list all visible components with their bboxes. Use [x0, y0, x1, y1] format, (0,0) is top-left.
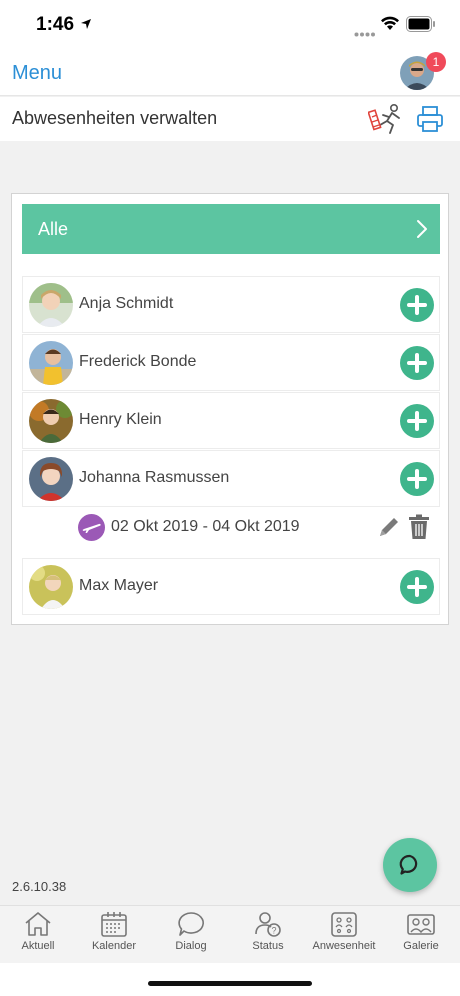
child-row: Anja Schmidt: [22, 276, 440, 333]
wifi-icon: [380, 15, 400, 36]
tab-kalender[interactable]: Kalender: [76, 910, 152, 952]
printer-icon[interactable]: [416, 105, 444, 138]
tab-label: Dialog: [175, 940, 207, 952]
child-row: Henry Klein: [22, 392, 440, 449]
tab-label: Status: [252, 940, 284, 952]
tab-bar: Aktuell Kalender Dialog ? Status Anwesen…: [0, 905, 460, 963]
child-name: Johanna Rasmussen: [79, 469, 230, 486]
add-absence-button[interactable]: [400, 404, 434, 438]
tab-label: Anwesenheit: [312, 940, 376, 952]
tab-label: Kalender: [91, 940, 137, 952]
delete-trash-icon[interactable]: [407, 514, 431, 545]
gallery-icon: [407, 914, 435, 935]
child-avatar: [29, 565, 73, 609]
status-time: 1:46: [36, 14, 75, 35]
chat-fab-button[interactable]: [383, 838, 437, 892]
speech-bubble-icon: [178, 912, 204, 936]
signal-dots-icon: [354, 24, 376, 42]
chevron-right-icon: [416, 219, 428, 244]
child-row: Johanna Rasmussen: [22, 450, 440, 507]
edit-pencil-icon[interactable]: [376, 514, 402, 545]
location-arrow-icon: [80, 17, 92, 35]
home-indicator-area: [0, 963, 460, 996]
profile-avatar-button[interactable]: 1: [400, 52, 446, 90]
absence-date-range: 02 Okt 2019 - 04 Okt 2019: [111, 518, 300, 535]
child-name: Frederick Bonde: [79, 353, 197, 370]
child-avatar: [29, 457, 73, 501]
chat-bubble-icon: [399, 854, 418, 875]
status-person-icon: ?: [255, 912, 281, 937]
tab-dialog[interactable]: Dialog: [153, 910, 229, 952]
notification-badge: 1: [426, 52, 446, 72]
add-absence-button[interactable]: [400, 346, 434, 380]
menu-button[interactable]: Menu: [12, 62, 62, 85]
child-avatar: [29, 341, 73, 385]
tab-anwesenheit[interactable]: Anwesenheit: [306, 910, 382, 952]
filter-all-label: Alle: [38, 219, 69, 239]
tab-label: Galerie: [403, 940, 439, 952]
calendar-icon: [101, 912, 127, 937]
tab-label: Aktuell: [21, 940, 55, 952]
add-absence-button[interactable]: [400, 570, 434, 604]
tab-galerie[interactable]: Galerie: [383, 910, 459, 952]
airplane-icon: [78, 514, 105, 541]
tab-status[interactable]: ? Status: [230, 910, 306, 952]
home-icon: [25, 912, 51, 936]
page-header: Abwesenheiten verwalten: [0, 97, 460, 141]
status-bar: 1:46: [0, 0, 460, 52]
child-name: Anja Schmidt: [79, 295, 174, 312]
child-row: Max Mayer: [22, 558, 440, 615]
home-indicator[interactable]: [148, 981, 312, 986]
absence-entry: 02 Okt 2019 - 04 Okt 2019: [22, 507, 440, 559]
tab-aktuell[interactable]: Aktuell: [0, 910, 76, 952]
child-row: Frederick Bonde: [22, 334, 440, 391]
absence-panel: Alle Anja Schmidt Frederick Bonde Henry …: [11, 193, 449, 625]
filter-all-bar[interactable]: Alle: [22, 204, 440, 254]
attendance-icon: [331, 912, 357, 937]
child-name: Henry Klein: [79, 411, 162, 428]
add-absence-button[interactable]: [400, 288, 434, 322]
child-avatar: [29, 283, 73, 327]
add-absence-button[interactable]: [400, 462, 434, 496]
app-version: 2.6.10.38: [12, 879, 67, 894]
nav-bar: Menu 1: [0, 52, 460, 96]
battery-icon: [406, 16, 436, 37]
running-person-icon[interactable]: [367, 103, 406, 140]
child-avatar: [29, 399, 73, 443]
page-title: Abwesenheiten verwalten: [12, 108, 218, 128]
svg-text:?: ?: [271, 926, 276, 936]
child-name: Max Mayer: [79, 577, 159, 594]
